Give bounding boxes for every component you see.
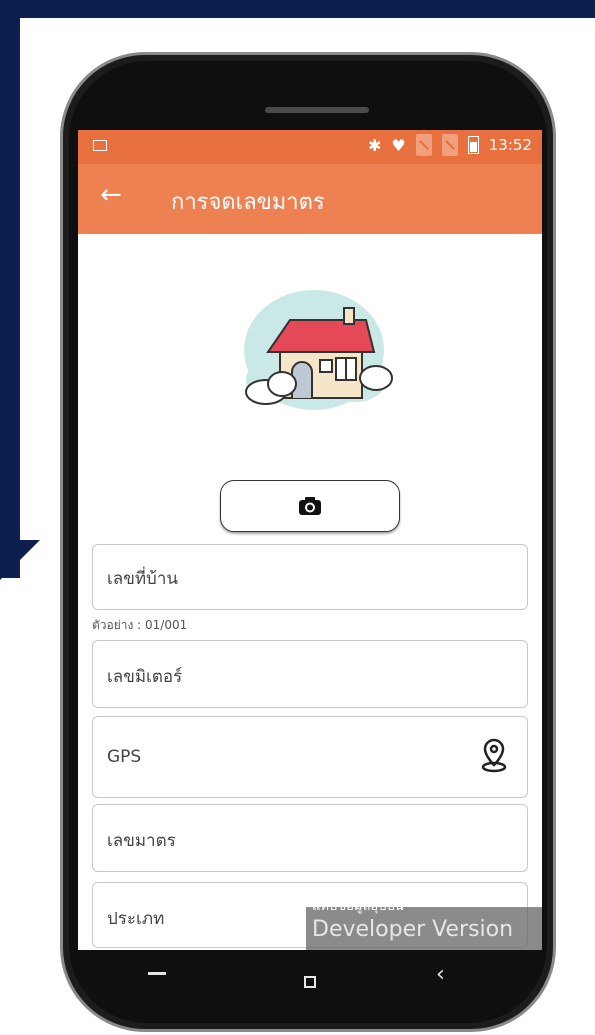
meter-number-placeholder: เลขมิเตอร์ <box>107 667 183 687</box>
no-sim-icon <box>441 134 458 156</box>
no-sim-icon <box>415 134 432 156</box>
type-placeholder: ประเภท <box>107 909 165 929</box>
watermark-main-text: Developer Version <box>312 917 514 942</box>
battery-icon <box>467 136 479 154</box>
android-nav-bar: ‹ <box>78 950 542 1010</box>
meter-reading-field[interactable]: เลขมาตร <box>92 804 528 872</box>
camera-button[interactable] <box>220 480 400 532</box>
gps-field[interactable]: GPS <box>92 716 528 798</box>
back-arrow-icon[interactable]: ← <box>100 180 122 210</box>
gps-placeholder: GPS <box>107 747 142 767</box>
location-pin-icon[interactable] <box>481 737 507 773</box>
house-number-hint: ตัวอย่าง : 01/001 <box>92 618 188 632</box>
page-title: การจดเลขมาตร <box>171 190 325 215</box>
speaker-grille <box>265 107 369 113</box>
nav-square-icon[interactable] <box>304 976 316 988</box>
developer-watermark: แทบขอมูลอุปปน Developer Version <box>306 903 542 950</box>
house-illustration <box>244 290 393 410</box>
nav-back-chevron-icon[interactable]: ‹ <box>436 962 445 987</box>
phone-screen: ✱ ♥ 13:52 ← การจดเลขมาตร เลขที่บ้าน ตัวอ… <box>78 130 542 950</box>
meter-number-field[interactable]: เลขมิเตอร์ <box>92 640 528 708</box>
background-corner <box>0 540 40 580</box>
nav-minus-icon[interactable] <box>148 972 166 975</box>
status-time: 13:52 <box>488 136 532 154</box>
house-number-placeholder: เลขที่บ้าน <box>107 569 179 589</box>
background-band-left <box>0 0 20 578</box>
status-bar: ✱ ♥ 13:52 <box>78 130 542 164</box>
watermark-top-text: แทบขอมูลอุปปน <box>312 903 404 914</box>
image-icon <box>93 140 107 151</box>
bluetooth-icon: ✱ <box>368 135 382 155</box>
camera-icon <box>299 497 321 515</box>
house-number-field[interactable]: เลขที่บ้าน <box>92 544 528 610</box>
signal-icon: ♥ <box>391 135 406 155</box>
meter-reading-placeholder: เลขมาตร <box>107 831 176 851</box>
app-bar: ← การจดเลขมาตร <box>78 164 542 234</box>
background-band-top <box>0 0 595 18</box>
